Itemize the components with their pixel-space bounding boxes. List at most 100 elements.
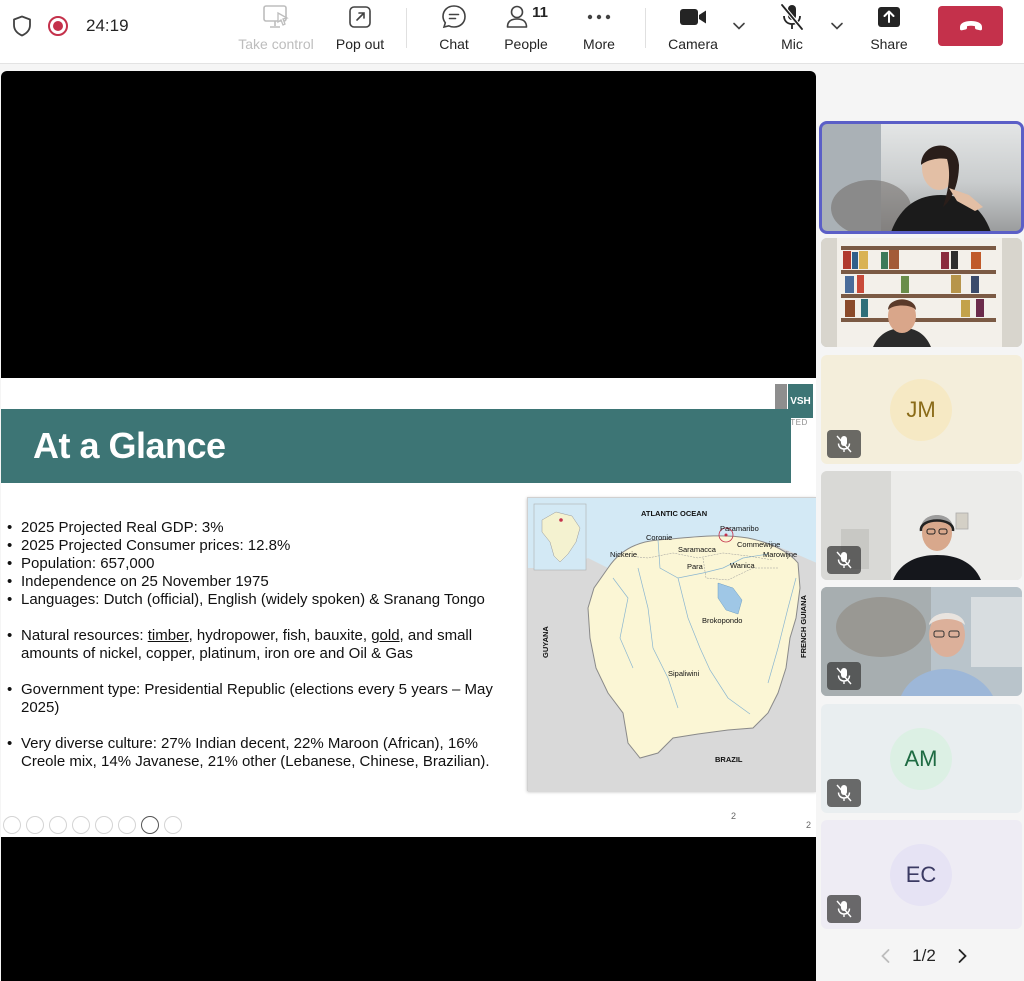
slide-controls bbox=[3, 816, 182, 834]
copy-icon[interactable] bbox=[72, 816, 90, 834]
participant-tile-ec[interactable]: EC bbox=[821, 820, 1022, 929]
slide-bullet-list: 2025 Projected Real GDP: 3% 2025 Project… bbox=[5, 519, 525, 771]
leave-call-button[interactable] bbox=[938, 6, 1003, 46]
meeting-toolbar: 24:19 Take control Pop out Chat 11 Peopl… bbox=[0, 0, 1024, 64]
monitor-pointer-icon bbox=[262, 2, 290, 32]
previous-slide-icon[interactable] bbox=[3, 816, 21, 834]
share-button[interactable]: Share bbox=[866, 2, 912, 58]
next-slide-icon[interactable] bbox=[26, 816, 44, 834]
map-label-coronie: Coronie bbox=[646, 533, 672, 542]
chat-label: Chat bbox=[439, 36, 469, 52]
toolbar-divider bbox=[645, 8, 646, 48]
people-label: People bbox=[504, 36, 548, 52]
toolbar-divider bbox=[406, 8, 407, 48]
map-label-para: Para bbox=[687, 562, 704, 571]
presentation-slide: VSH UNITED At a Glance 2025 Projected Re… bbox=[1, 378, 816, 837]
meeting-status: 24:19 bbox=[12, 12, 129, 40]
map-label-french-guiana: FRENCH GUIANA bbox=[799, 595, 808, 658]
map-label-guyana: GUYANA bbox=[541, 626, 550, 658]
map-label-paramaribo: Paramaribo bbox=[720, 524, 759, 533]
chevron-right-icon[interactable] bbox=[955, 948, 969, 964]
bullet-consumer-prices: 2025 Projected Consumer prices: 12.8% bbox=[5, 537, 525, 555]
resources-gold: gold bbox=[371, 627, 400, 644]
more-slide-options-icon[interactable] bbox=[164, 816, 182, 834]
mic-label: Mic bbox=[781, 36, 803, 52]
logo-text: VSH bbox=[788, 384, 813, 418]
muted-badge bbox=[827, 662, 861, 690]
avatar: EC bbox=[890, 844, 952, 906]
bullet-languages: Languages: Dutch (official), English (wi… bbox=[5, 591, 525, 609]
mic-button[interactable]: Mic bbox=[772, 2, 812, 58]
participant-tile-video-1[interactable] bbox=[819, 121, 1024, 234]
phone-hangup-icon bbox=[959, 21, 982, 31]
meeting-timer: 24:19 bbox=[86, 16, 129, 35]
pager-text: 1/2 bbox=[912, 946, 936, 965]
grid-icon[interactable] bbox=[118, 816, 136, 834]
map-label-sipaliwini: Sipaliwini bbox=[668, 669, 700, 678]
people-button[interactable]: 11 People bbox=[498, 2, 554, 58]
take-control-label: Take control bbox=[238, 36, 314, 52]
teams-meeting-window: 24:19 Take control Pop out Chat 11 Peopl… bbox=[0, 0, 1024, 981]
bullet-government: Government type: Presidential Republic (… bbox=[5, 681, 525, 717]
map-label-saramacca: Saramacca bbox=[678, 545, 717, 554]
more-label: More bbox=[583, 36, 615, 52]
zoom-icon[interactable] bbox=[95, 816, 113, 834]
muted-badge bbox=[827, 895, 861, 923]
participant-tile-video-3[interactable] bbox=[821, 471, 1022, 580]
participant-tile-video-4[interactable] bbox=[821, 587, 1022, 696]
suriname-map: ATLANTIC OCEAN Paramaribo Coronie Sarama… bbox=[527, 497, 816, 792]
camera-button[interactable]: Camera bbox=[664, 2, 722, 58]
pop-out-icon bbox=[347, 2, 373, 32]
resources-middle: , hydropower, fish, bauxite, bbox=[188, 627, 372, 644]
mic-off-icon bbox=[836, 784, 852, 802]
participant-pager: 1/2 bbox=[879, 944, 969, 968]
avatar: JM bbox=[890, 379, 952, 441]
muted-badge bbox=[827, 779, 861, 807]
participant-tile-jm[interactable]: JM bbox=[821, 355, 1022, 464]
resources-prefix: Natural resources: bbox=[21, 627, 148, 644]
bullet-culture: Very diverse culture: 27% Indian decent,… bbox=[5, 735, 525, 771]
participant-video-icon bbox=[821, 123, 991, 232]
pop-out-label: Pop out bbox=[335, 36, 385, 52]
mic-off-icon bbox=[779, 2, 805, 32]
video-icon[interactable] bbox=[141, 816, 159, 834]
bullet-gdp: 2025 Projected Real GDP: 3% bbox=[5, 519, 525, 537]
map-label-atlantic: ATLANTIC OCEAN bbox=[641, 509, 707, 518]
people-count: 11 bbox=[532, 3, 548, 21]
shield-icon[interactable] bbox=[12, 15, 32, 37]
people-icon-group: 11 bbox=[504, 2, 548, 32]
bullet-natural-resources: Natural resources: timber, hydropower, f… bbox=[5, 627, 525, 663]
chat-bubble-icon bbox=[440, 2, 468, 32]
map-label-brazil: BRAZIL bbox=[715, 755, 743, 764]
mic-off-icon bbox=[836, 667, 852, 685]
more-button[interactable]: More bbox=[576, 2, 622, 58]
camera-label: Camera bbox=[668, 36, 718, 52]
muted-badge bbox=[827, 546, 861, 574]
map-label-commewijne: Commewijne bbox=[737, 540, 780, 549]
participant-tile-am[interactable]: AM bbox=[821, 704, 1022, 813]
mic-options-chevron-icon[interactable] bbox=[829, 18, 845, 34]
slide-title: At a Glance bbox=[33, 425, 226, 466]
shared-screen: VSH UNITED At a Glance 2025 Projected Re… bbox=[1, 71, 816, 981]
map-label-marowijne: Marowijne bbox=[763, 550, 797, 559]
resources-timber: timber bbox=[147, 627, 189, 644]
map-label-wanica: Wanica bbox=[730, 561, 756, 570]
slide-page-number: 2 bbox=[731, 811, 737, 821]
take-control-button[interactable]: Take control bbox=[232, 2, 320, 58]
pen-icon[interactable] bbox=[49, 816, 67, 834]
mic-off-icon bbox=[836, 435, 852, 453]
chevron-left-icon[interactable] bbox=[879, 948, 893, 964]
camera-options-chevron-icon[interactable] bbox=[731, 18, 747, 34]
map-label-nickerie: Nickerie bbox=[610, 550, 637, 559]
share-label: Share bbox=[870, 36, 908, 52]
record-icon[interactable] bbox=[48, 16, 68, 36]
chat-button[interactable]: Chat bbox=[432, 2, 476, 58]
bullet-population: Population: 657,000 bbox=[5, 555, 525, 573]
more-dots-icon bbox=[586, 2, 612, 32]
avatar: AM bbox=[890, 728, 952, 790]
person-icon bbox=[506, 5, 528, 28]
participant-tile-video-2[interactable] bbox=[821, 238, 1022, 347]
mic-off-icon bbox=[836, 551, 852, 569]
pop-out-button[interactable]: Pop out bbox=[330, 2, 390, 58]
camera-icon bbox=[678, 2, 708, 32]
